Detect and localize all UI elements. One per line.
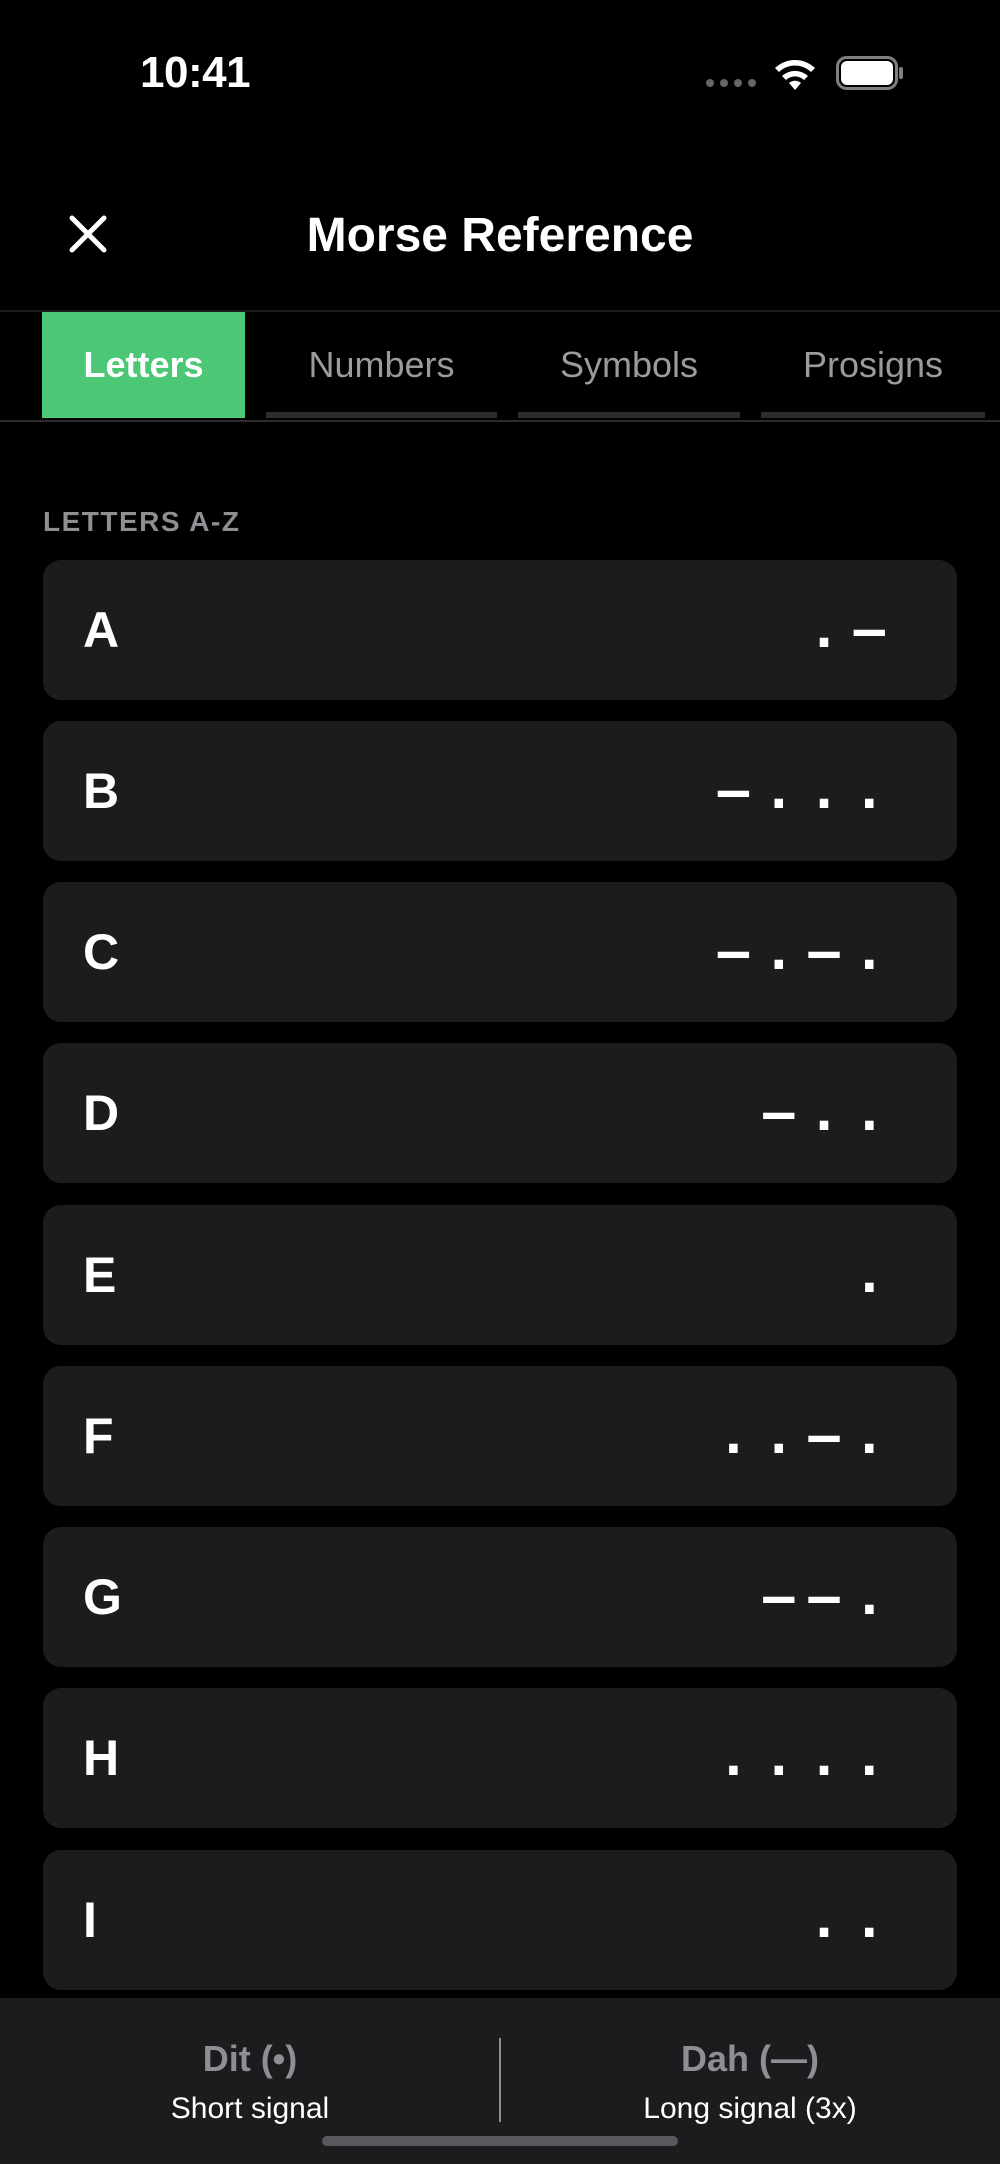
letter-label: G [83, 1569, 122, 1625]
page-title: Morse Reference [306, 209, 694, 262]
letter-label: H [83, 1730, 120, 1786]
letter-label: F [83, 1408, 114, 1464]
letter-label: C [83, 924, 120, 980]
morse-code: –.. [763, 1083, 899, 1143]
list-item[interactable]: E . [43, 1205, 957, 1345]
battery-icon [836, 56, 903, 90]
tab-label: Numbers [308, 344, 455, 385]
tab-prosigns[interactable]: Prosigns [761, 312, 985, 418]
tab-label: Letters [83, 344, 204, 385]
divider [0, 420, 1000, 422]
morse-code: . [853, 1245, 899, 1305]
dit-legend: Dit (•) Short signal [0, 2038, 500, 2126]
list-item[interactable]: D –.. [43, 1043, 957, 1183]
section-header: LETTERS A-Z [43, 506, 241, 537]
list-item[interactable]: A .– [43, 560, 957, 700]
list-item[interactable]: I .. [43, 1850, 957, 1990]
morse-code: .... [717, 1728, 899, 1788]
category-tabs: Letters Numbers Symbols Prosigns [0, 312, 1000, 420]
tab-letters[interactable]: Letters [42, 312, 245, 418]
morse-code: ..–. [717, 1406, 899, 1466]
list-item[interactable]: C –.–. [43, 882, 957, 1022]
dah-subtitle: Long signal (3x) [643, 2092, 857, 2125]
morse-code: –.–. [717, 922, 899, 982]
tab-underline [518, 412, 740, 418]
morse-code: ––. [763, 1567, 899, 1627]
morse-code: –... [717, 761, 899, 821]
list-item[interactable]: F ..–. [43, 1366, 957, 1506]
list-item[interactable]: B –... [43, 721, 957, 861]
tab-underline [266, 412, 497, 418]
morse-code: .– [808, 600, 899, 660]
list-item[interactable]: H .... [43, 1688, 957, 1828]
tab-label: Symbols [559, 344, 699, 385]
letter-label: D [83, 1085, 120, 1141]
tab-symbols[interactable]: Symbols [518, 312, 740, 418]
tab-label: Prosigns [802, 344, 944, 385]
dah-legend: Dah (—) Long signal (3x) [500, 2038, 1000, 2126]
dit-subtitle: Short signal [170, 2092, 330, 2125]
letter-label: A [83, 602, 120, 658]
morse-code: .. [808, 1890, 899, 1950]
list-item[interactable]: G ––. [43, 1527, 957, 1667]
status-bar: 10:41 [0, 0, 1000, 150]
letter-label: B [83, 763, 120, 819]
tab-underline [761, 412, 985, 418]
wifi-icon [775, 60, 815, 90]
dah-title: Dah (—) [681, 2038, 819, 2079]
letter-label: E [83, 1247, 117, 1303]
tab-numbers[interactable]: Numbers [266, 312, 497, 418]
status-time: 10:41 [140, 48, 251, 97]
home-indicator[interactable] [322, 2136, 678, 2146]
dit-title: Dit (•) [202, 2038, 298, 2079]
cellular-signal-icon [706, 79, 756, 87]
letter-label: I [83, 1892, 97, 1948]
